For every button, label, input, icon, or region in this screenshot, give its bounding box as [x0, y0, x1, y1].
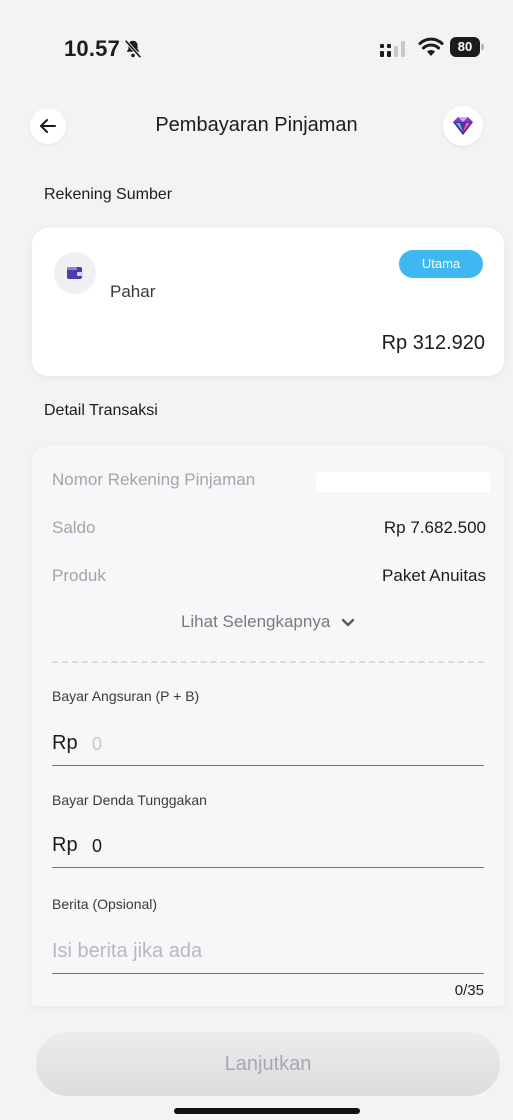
- note-label: Berita (Opsional): [52, 896, 158, 912]
- loan-account-key: Nomor Rekening Pinjaman: [52, 470, 256, 489]
- wallet-avatar: [54, 252, 96, 294]
- penalty-currency: Rp: [52, 834, 78, 856]
- product-row: Produk Paket Anuitas: [52, 566, 486, 590]
- note-field[interactable]: [52, 932, 484, 974]
- balance-key: Saldo: [52, 518, 96, 537]
- redacted-loan-account-number: [316, 472, 490, 492]
- page-title: Pembayaran Pinjaman: [155, 114, 358, 136]
- redacted-account-name: [108, 254, 280, 274]
- installment-field[interactable]: Rp 0: [52, 724, 484, 766]
- balance-value: Rp 7.682.500: [383, 518, 486, 537]
- transaction-detail-card: Nomor Rekening Pinjaman Saldo Rp 7.682.5…: [32, 446, 504, 1006]
- section-divider: [52, 661, 484, 663]
- penalty-input[interactable]: 0: [92, 836, 392, 857]
- home-indicator: [174, 1108, 360, 1114]
- membership-badge[interactable]: [443, 106, 483, 146]
- product-value: Paket Anuitas: [382, 566, 486, 585]
- penalty-field[interactable]: Rp 0: [52, 826, 484, 868]
- wifi-icon: [418, 37, 444, 56]
- account-holder-name: Pahar: [110, 282, 156, 301]
- balance-row: Saldo Rp 7.682.500: [52, 518, 486, 542]
- product-key: Produk: [52, 566, 106, 585]
- signal-icon: [380, 41, 405, 57]
- diamond-icon: [453, 117, 473, 135]
- see-more-label: Lihat Selengkapnya: [180, 612, 331, 631]
- source-account-card[interactable]: Pahar Utama Rp 312.920: [32, 228, 504, 376]
- penalty-label: Bayar Denda Tunggakan: [52, 792, 207, 808]
- installment-currency: Rp: [52, 732, 78, 754]
- battery-indicator: 80: [450, 37, 484, 57]
- status-time: 10.57: [64, 36, 121, 61]
- installment-label: Bayar Angsuran (P + B): [52, 688, 200, 704]
- note-input[interactable]: [52, 940, 484, 963]
- bell-slash-icon: [124, 39, 142, 59]
- see-more-toggle[interactable]: Lihat Selengkapnya: [32, 612, 504, 632]
- note-char-counter: 0/35: [454, 982, 484, 999]
- installment-input[interactable]: 0: [92, 734, 392, 755]
- chevron-down-icon: [341, 618, 355, 626]
- app-header: Pembayaran Pinjaman: [0, 100, 513, 152]
- primary-account-badge: Utama: [399, 250, 483, 278]
- status-bar: 10.57 80: [0, 0, 513, 90]
- battery-level: 80: [450, 37, 480, 57]
- detail-section-label: Detail Transaksi: [44, 402, 158, 419]
- account-balance: Rp 312.920: [381, 332, 485, 354]
- source-section-label: Rekening Sumber: [44, 186, 173, 203]
- wallet-icon: [67, 267, 83, 279]
- continue-button[interactable]: Lanjutkan: [36, 1032, 500, 1096]
